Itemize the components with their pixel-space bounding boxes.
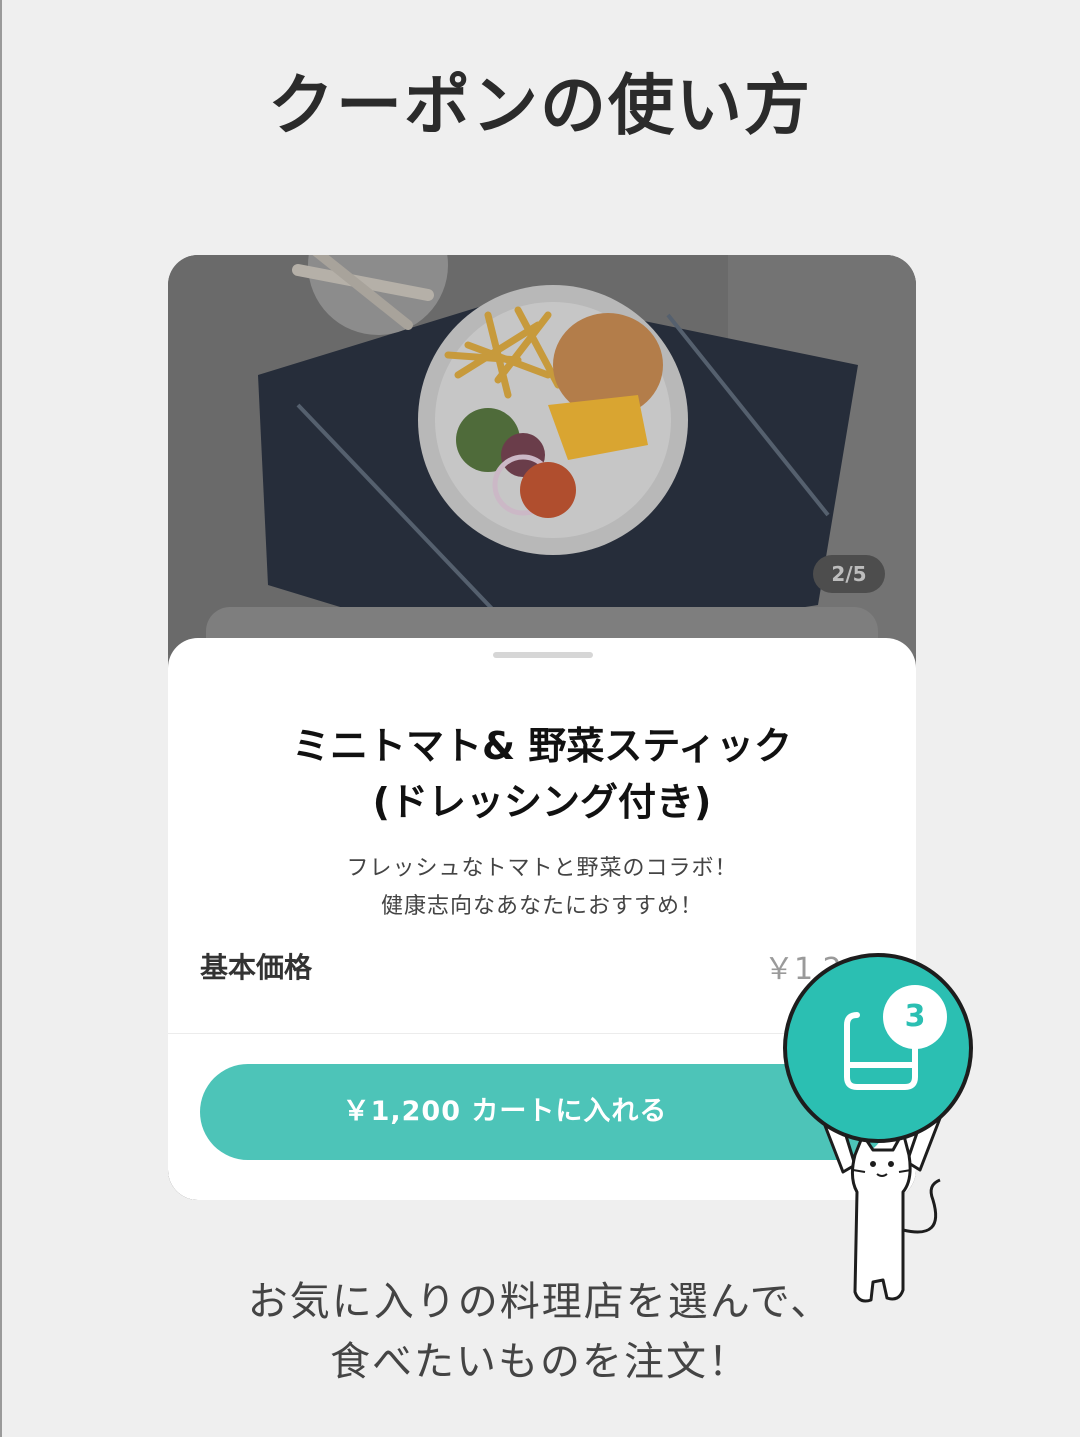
left-edge-border — [0, 0, 2, 1437]
cart-count-badge: 3 — [883, 985, 947, 1049]
product-description-line2: 健康志向なあなたにおすすめ！ — [380, 894, 703, 919]
product-description-line1: フレッシュなトマトと野菜のコラボ！ — [346, 856, 738, 881]
bottom-caption: お気に入りの料理店を選んで、 食べたいものを注文！ — [0, 1272, 1080, 1392]
price-label: 基本価格 — [200, 951, 313, 984]
page-title: クーポンの使い方 — [268, 67, 812, 144]
image-counter: 2/5 — [813, 555, 885, 593]
product-name-line1: ミニトマト& 野菜スティック — [291, 724, 793, 768]
drag-handle[interactable] — [493, 652, 593, 658]
product-photo[interactable] — [168, 255, 916, 655]
product-name-line2: (ドレッシング付き) — [372, 780, 712, 824]
cart-icon — [844, 1012, 918, 1090]
caption-line2: 食べたいものを注文！ — [330, 1339, 750, 1385]
caption-line1: お気に入りの料理店を選んで、 — [247, 1279, 833, 1325]
product-description: フレッシュなトマトと野菜のコラボ！ 健康志向なあなたにおすすめ！ — [188, 850, 896, 926]
product-name: ミニトマト& 野菜スティック (ドレッシング付き) — [188, 718, 896, 830]
floating-cart-button[interactable]: 3 — [783, 953, 973, 1143]
